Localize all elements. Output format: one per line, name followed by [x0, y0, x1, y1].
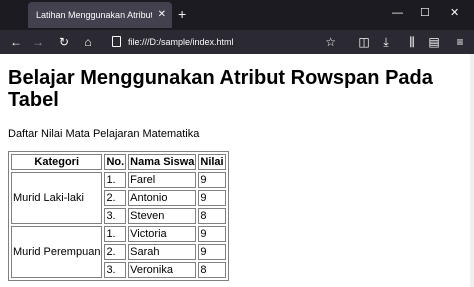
- name-cell: Steven: [128, 208, 197, 224]
- header-no: No.: [104, 154, 127, 170]
- reload-icon[interactable]: ↻: [56, 34, 72, 50]
- pocket-icon[interactable]: ◫: [356, 34, 372, 50]
- name-cell: Victoria: [128, 226, 197, 242]
- no-cell: 3.: [104, 262, 127, 278]
- table-header-row: Kategori No. Nama Siswa Nilai: [11, 154, 226, 170]
- tab-bar: Latihan Menggunakan Atribut Rowspan Pad …: [0, 0, 474, 30]
- tab-title: Latihan Menggunakan Atribut Rowspan Pad: [36, 10, 152, 20]
- table-row: Murid Perempuan 1. Victoria 9: [11, 226, 226, 278]
- header-category: Kategori: [11, 154, 103, 170]
- downloads-icon[interactable]: ⤓: [378, 34, 394, 50]
- no-cell: 2.: [104, 244, 127, 260]
- tab-close-icon[interactable]: ✕: [158, 2, 166, 28]
- url-text[interactable]: file:///D:/sample/index.html: [128, 33, 234, 51]
- name-cell: Veronika: [128, 262, 197, 278]
- menu-icon[interactable]: ≡: [452, 34, 468, 50]
- page-icon: [112, 36, 121, 47]
- name-cell: Sarah: [128, 244, 197, 260]
- library-icon[interactable]: ⫼: [404, 34, 420, 50]
- forward-arrow-icon[interactable]: →: [30, 34, 46, 50]
- name-cell: Antonio: [128, 190, 197, 206]
- no-cell: 3.: [104, 208, 127, 224]
- no-cell: 1.: [104, 226, 127, 242]
- no-cell: 1.: [104, 172, 127, 188]
- name-cell: Farel: [128, 172, 197, 188]
- sidebar-icon[interactable]: ▤: [426, 34, 442, 50]
- navigation-bar: ← → ↻ ⌂ file:///D:/sample/index.html ☆ ◫…: [0, 30, 474, 54]
- score-cell: 8: [198, 262, 226, 278]
- header-score: Nilai: [198, 154, 226, 170]
- scrollbar[interactable]: [470, 54, 474, 287]
- bookmark-star-icon[interactable]: ☆: [325, 33, 336, 51]
- table-row: Murid Laki-laki 1. Farel 9: [11, 172, 226, 224]
- back-arrow-icon[interactable]: ←: [8, 34, 24, 50]
- score-cell: 9: [198, 172, 226, 188]
- page-content: Belajar Menggunakan Atribut Rowspan Pada…: [0, 54, 474, 287]
- page-title: Belajar Menggunakan Atribut Rowspan Pada…: [8, 67, 433, 111]
- tab-active[interactable]: Latihan Menggunakan Atribut Rowspan Pad …: [28, 2, 172, 28]
- category-cell: Murid Laki-laki: [11, 172, 103, 224]
- score-cell: 8: [198, 208, 226, 224]
- close-window-button[interactable]: ✕: [450, 4, 459, 22]
- address-bar[interactable]: file:///D:/sample/index.html ☆: [108, 33, 340, 51]
- score-cell: 9: [198, 244, 226, 260]
- header-name: Nama Siswa: [128, 154, 197, 170]
- no-cell: 2.: [104, 190, 127, 206]
- new-tab-button[interactable]: +: [178, 5, 186, 23]
- page-subtitle: Daftar Nilai Mata Pelajaran Matematika: [8, 128, 200, 140]
- score-cell: 9: [198, 190, 226, 206]
- home-icon[interactable]: ⌂: [80, 34, 96, 50]
- maximize-button[interactable]: ☐: [420, 4, 430, 22]
- category-cell: Murid Perempuan: [11, 226, 103, 278]
- minimize-button[interactable]: —: [392, 4, 403, 22]
- score-cell: 9: [198, 226, 226, 242]
- grades-table: Kategori No. Nama Siswa Nilai Murid Laki…: [8, 151, 229, 281]
